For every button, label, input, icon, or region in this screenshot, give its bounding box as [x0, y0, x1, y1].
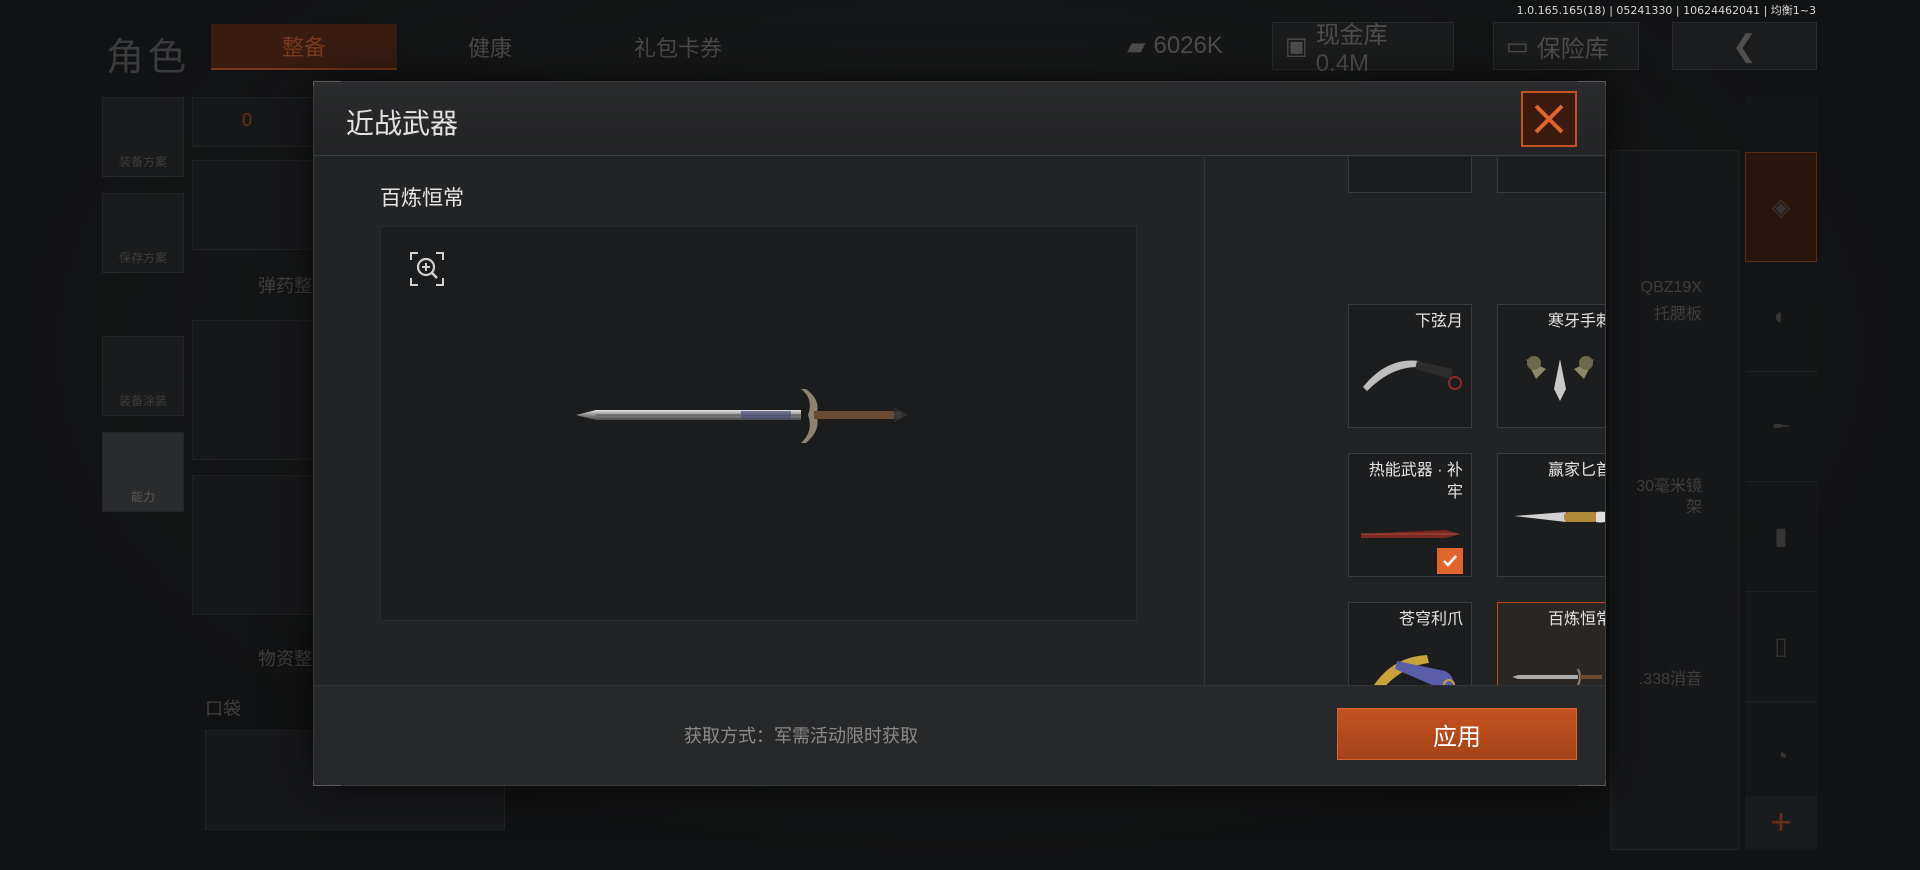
bg-supply-label: 物资整 — [258, 649, 312, 669]
bg-safe-label: 保险库 — [1536, 35, 1609, 63]
bg-side-label: 装备方案 — [118, 155, 167, 169]
modal-title: 近战武器 — [346, 108, 459, 139]
weapon-card-name: 寒牙手刺 — [1547, 313, 1605, 330]
weapon-card-crescent[interactable]: 下弦月 — [1348, 304, 1472, 428]
weapon-card-name: 赢家匕首 — [1547, 462, 1605, 479]
bg-pocket-label: 口袋 — [205, 699, 241, 719]
plus-icon: + — [1770, 801, 1792, 842]
karambit-icon — [1363, 360, 1462, 391]
equipped-check — [1437, 548, 1463, 574]
grenade-icon: ◔ — [1773, 742, 1789, 770]
checkmark-icon — [1443, 555, 1457, 567]
bg-safe: ▭ 保险库 — [1493, 22, 1639, 70]
weapon-card-partial[interactable] — [1348, 157, 1472, 193]
bg-money: ▰ 6026K — [1115, 22, 1245, 70]
weapon-card-name: 下弦月 — [1414, 313, 1463, 330]
bg-tab-health: 健康 — [467, 36, 512, 61]
bg-back-button: ❮ — [1672, 22, 1817, 70]
zoom-in-icon — [410, 252, 444, 286]
weapon-card-partial[interactable] — [1497, 157, 1605, 193]
bg-side-label: 装备涂装 — [118, 394, 167, 408]
weapon-card-winner[interactable]: 赢家匕首 — [1497, 453, 1605, 577]
bg-page-title: 角色 — [106, 37, 191, 79]
cash-icon: ▣ — [1285, 32, 1308, 60]
bg-weapon-text: 托腮板 — [1653, 306, 1702, 323]
bg-right-item: ╾ — [1745, 372, 1817, 482]
preview-weapon-name: 百炼恒常 — [380, 187, 464, 210]
bg-backpack-count: 0 — [242, 110, 253, 130]
magazine-icon: ▮ — [1774, 523, 1788, 550]
melee-weapon-modal: 近战武器 百炼恒常 下弦月 寒牙手刺 热能武器 · 补牢 赢家匕首 苍穹利爪 百… — [313, 81, 1606, 786]
version-text: 1.0.165.165(18) | 05241330 | 10624462041… — [1516, 4, 1816, 17]
ammo-icon: ▯ — [1774, 633, 1788, 660]
zoom-button[interactable] — [409, 251, 445, 287]
push-dagger-icon — [1526, 356, 1594, 401]
bg-right-item: ▯ — [1745, 592, 1817, 702]
bg-right-item: ▮ — [1745, 482, 1817, 592]
helmet-icon: ◐ — [1773, 302, 1789, 330]
bg-side-paint: 装备涂装 — [102, 336, 184, 416]
bg-tab-gift: 礼包卡券 — [633, 36, 722, 61]
bg-money-value: 6026K — [1153, 32, 1223, 59]
bg-right-item: ◈ — [1745, 152, 1817, 262]
weapon-grid: 下弦月 寒牙手刺 热能武器 · 补牢 赢家匕首 苍穹利爪 百炼恒常 — [1205, 157, 1605, 765]
bg-cash-value: 现金库 0.4M — [1315, 21, 1388, 77]
bg-tab-prepare: 整备 — [211, 24, 397, 70]
bg-add-button: + — [1745, 796, 1817, 848]
bg-backpack-bar — [192, 97, 316, 147]
modal-footer: 获取方式：军需活动限时获取 应用 — [314, 685, 1605, 785]
bg-weapon-text: 架 — [1685, 499, 1702, 516]
chevron-left-icon: ❮ — [1731, 29, 1758, 63]
bg-side-ability: 能力 — [102, 432, 184, 512]
bg-right-item: ◐ — [1745, 262, 1817, 372]
acquire-method-text: 获取方式：军需活动限时获取 — [684, 726, 918, 746]
money-icon: ▰ — [1127, 32, 1146, 60]
weapon-preview — [380, 226, 1137, 621]
modal-header: 近战武器 — [314, 82, 1605, 156]
weapon-card-coldfang[interactable]: 寒牙手刺 — [1497, 304, 1605, 428]
bg-side-label: 保存方案 — [118, 251, 167, 265]
bg-side-label: 能力 — [130, 490, 155, 504]
weapon-card-name: 百炼恒常 — [1547, 611, 1605, 628]
close-icon — [1534, 104, 1564, 134]
apply-button[interactable]: 应用 — [1337, 708, 1577, 760]
bg-slot — [192, 320, 316, 460]
knife-icon: ◈ — [1771, 193, 1791, 221]
safe-icon: ▭ — [1506, 32, 1529, 60]
bg-slot — [192, 160, 316, 250]
bg-cash-store: ▣ 现金库 0.4M — [1272, 22, 1454, 77]
bg-side-save: 保存方案 — [102, 193, 184, 273]
rifle-icon: ╾ — [1773, 413, 1789, 440]
close-button[interactable] — [1521, 91, 1577, 147]
sword-image — [576, 389, 908, 443]
bg-slot — [192, 475, 316, 615]
bg-side-loadout: 装备方案 — [102, 97, 184, 177]
weapon-card-name: 苍穹利爪 — [1398, 611, 1463, 628]
bg-weapon-text: QBZ19X — [1640, 279, 1702, 296]
dagger-icon — [1514, 511, 1605, 523]
bg-ammo-label: 弹药整 — [258, 276, 312, 296]
bg-weapon-text: .338消音 — [1638, 671, 1702, 688]
weapon-card-thermal[interactable]: 热能武器 · 补牢 — [1348, 453, 1472, 577]
